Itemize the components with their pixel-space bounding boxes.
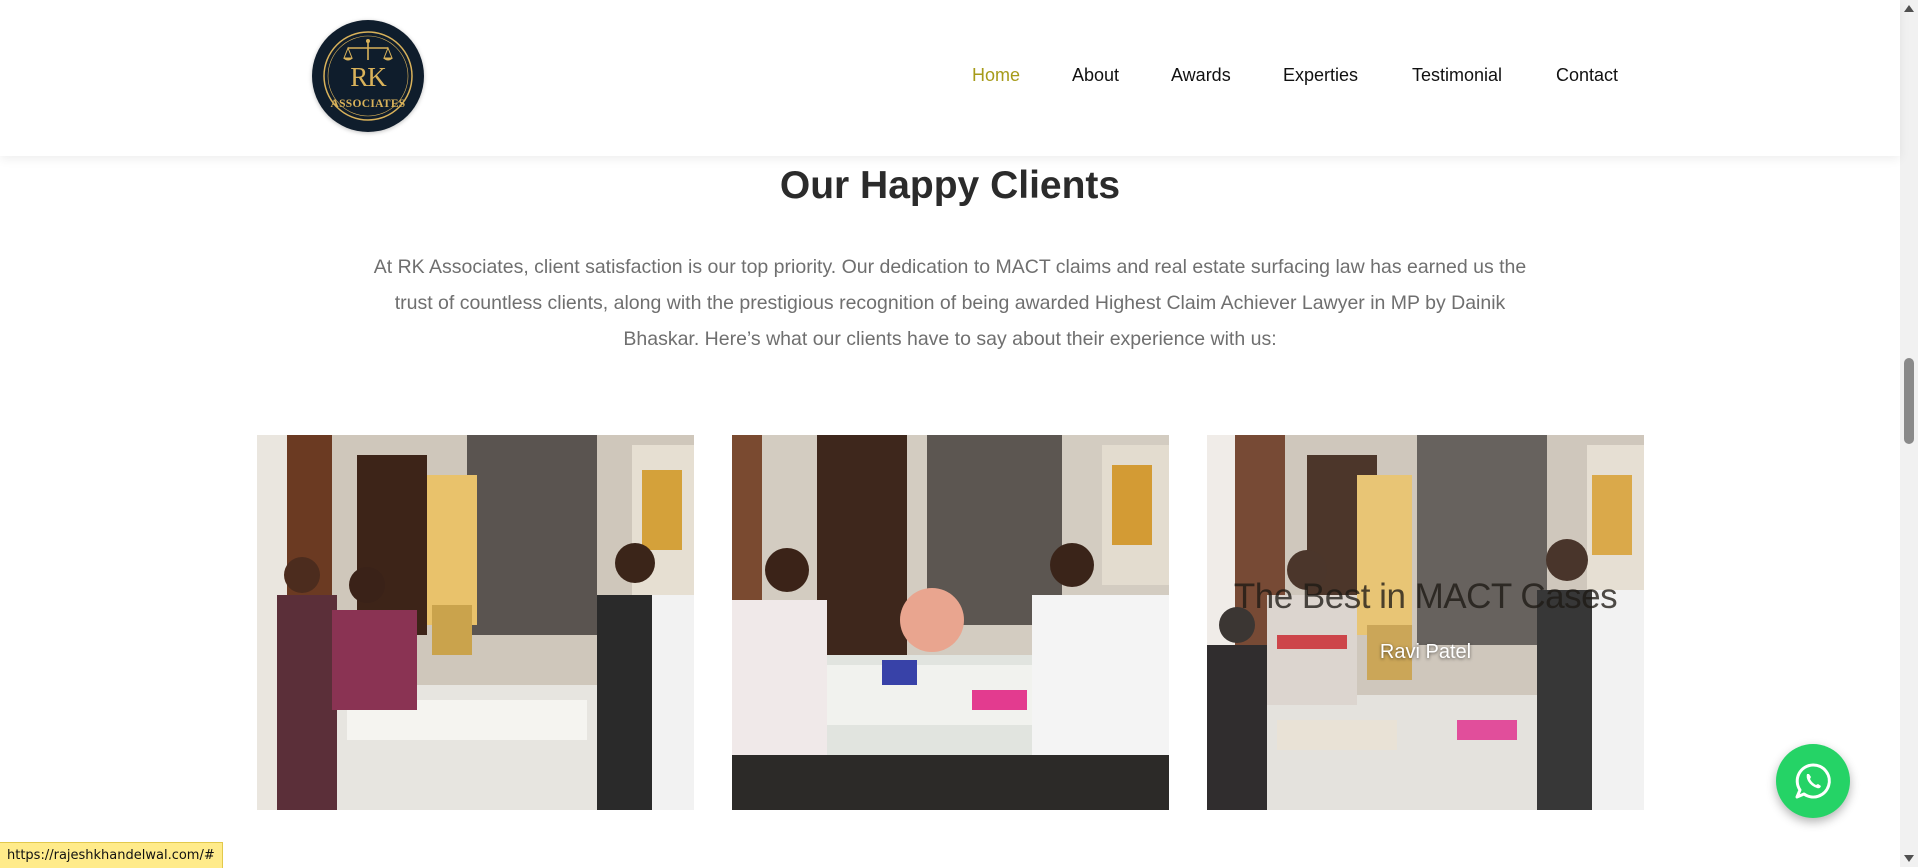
nav-home-link[interactable]: Home [972,65,1020,86]
whatsapp-button[interactable] [1776,744,1850,818]
client-photo [1207,435,1644,810]
logo-rk-text: RK [350,62,387,92]
rk-associates-logo[interactable]: RK ASSOCIATES [312,20,424,132]
nav-about-link[interactable]: About [1072,65,1119,86]
client-photo [732,435,1169,810]
logo-associates-text: ASSOCIATES [330,98,406,110]
testimonial-card[interactable]: The Best in MACT Cases Ravi Patel [1207,435,1644,810]
section-intro: At RK Associates, client satisfaction is… [373,256,1527,350]
scrollbar-thumb[interactable] [1904,358,1914,444]
testimonial-title: The Best in MACT Cases [1233,577,1618,616]
section-title: Our Happy Clients [779,164,1121,207]
testimonial-card[interactable] [732,435,1169,810]
nav-awards-link[interactable]: Awards [1171,65,1231,86]
nav-contact-link[interactable]: Contact [1556,65,1618,86]
link-status-bar: https://rajeshkhandelwal.com/# [0,842,223,868]
whatsapp-icon [1795,763,1831,799]
nav-testimonial-link[interactable]: Testimonial [1412,65,1502,86]
testimonial-card[interactable] [257,435,694,810]
client-photo [257,435,694,810]
scroll-up-arrow-icon[interactable] [1904,5,1914,12]
site-header: RK ASSOCIATES Home About Awards Expertie… [0,0,1900,156]
nav-experties-link[interactable]: Experties [1283,65,1358,86]
scroll-down-arrow-icon[interactable] [1904,855,1914,862]
testimonial-client-name: Ravi Patel [1379,641,1472,663]
page-scrollbar[interactable] [1900,0,1918,867]
